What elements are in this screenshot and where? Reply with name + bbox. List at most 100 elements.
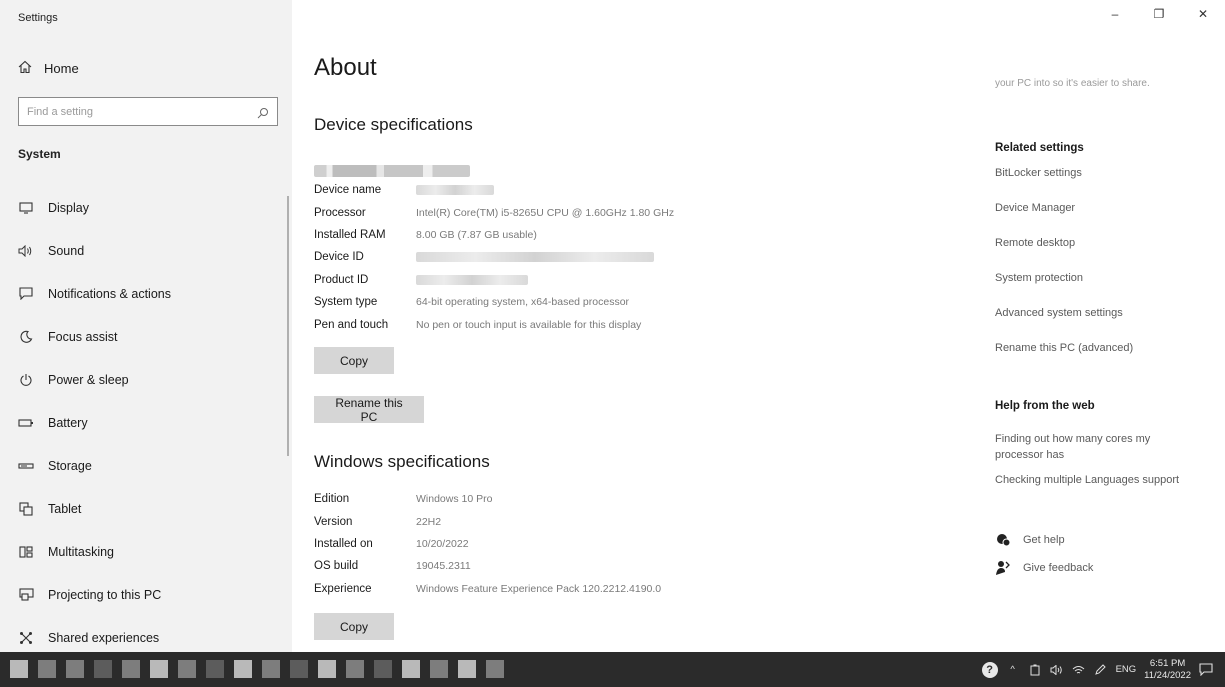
language-indicator[interactable]: ENG [1116,664,1137,675]
advanced-system-settings-link[interactable]: Advanced system settings [995,306,1123,322]
moon-icon [18,329,34,345]
sidebar-item-storage[interactable]: Storage [0,444,292,487]
spec-label: Installed RAM [314,228,386,241]
taskbar-app[interactable] [206,660,224,678]
search-icon[interactable] [257,106,269,118]
home-icon [18,60,32,77]
spec-row: Experience Windows Feature Experience Pa… [314,578,954,600]
taskbar-app[interactable] [458,660,476,678]
sidebar-item-multitasking[interactable]: Multitasking [0,530,292,573]
sidebar-item-sound[interactable]: Sound [0,229,292,272]
taskbar-app[interactable] [66,660,84,678]
network-tray-icon[interactable] [1072,663,1086,677]
spec-row: Product ID [314,269,954,291]
sidebar-item-label: Display [48,200,89,215]
get-help-link[interactable]: Get help [995,532,1065,548]
help-tray-icon[interactable]: ? [981,661,998,678]
sidebar-scrollbar[interactable] [287,196,289,456]
sidebar-item-display[interactable]: Display [0,186,292,229]
bitlocker-settings-link[interactable]: BitLocker settings [995,166,1082,182]
clock[interactable]: 6:51 PM 11/24/2022 [1144,658,1191,682]
search-box[interactable] [18,97,278,126]
cores-help-link[interactable]: Finding out how many cores my processor … [995,432,1195,464]
spec-row: Version 22H2 [314,510,954,532]
taskbar-app[interactable] [486,660,504,678]
section-label: System [18,147,61,161]
notification-icon [18,286,34,302]
clock-time: 6:51 PM [1149,657,1186,669]
start-button[interactable] [10,660,28,678]
system-protection-link[interactable]: System protection [995,271,1083,287]
remote-desktop-link[interactable]: Remote desktop [995,236,1075,252]
multitasking-icon [18,544,34,560]
device-manager-link[interactable]: Device Manager [995,201,1075,217]
action-center-icon[interactable] [1199,663,1213,677]
taskbar-app[interactable] [346,660,364,678]
copy-device-specs-button[interactable]: Copy [314,347,394,374]
sidebar-item-label: Focus assist [48,329,118,344]
spec-row: Device ID [314,246,954,268]
sidebar-item-label: Notifications & actions [48,286,171,301]
taskbar-app[interactable] [290,660,308,678]
taskbar-app[interactable] [402,660,420,678]
sidebar-item-label: Sound [48,243,85,258]
feedback-icon [995,560,1011,576]
spec-value: Intel(R) Core(TM) i5-8265U CPU @ 1.60GHz… [416,206,675,219]
spec-value: 19045.2311 [416,560,471,573]
redacted-value [416,274,528,285]
sidebar-item-focus-assist[interactable]: Focus assist [0,315,292,358]
give-feedback-label: Give feedback [1023,562,1094,574]
taskbar: ? ^ ENG 6:51 PM 11/24/2022 [0,652,1225,687]
sidebar-item-battery[interactable]: Battery [0,401,292,444]
storage-icon [18,458,34,474]
spec-label: Installed on [314,537,373,550]
spec-row: Edition Windows 10 Pro [314,488,954,510]
rename-pc-advanced-link[interactable]: Rename this PC (advanced) [995,341,1133,357]
spec-value: 64-bit operating system, x64-based proce… [416,296,630,309]
sidebar-item-label: Projecting to this PC [48,587,162,602]
taskbar-app[interactable] [178,660,196,678]
languages-help-link[interactable]: Checking multiple Languages support [995,473,1179,489]
power-icon [18,372,34,388]
taskbar-app[interactable] [430,660,448,678]
redacted-value [416,252,654,263]
battery-tray-icon[interactable] [1028,663,1042,677]
page-title: About [314,54,377,81]
taskbar-app[interactable] [122,660,140,678]
taskbar-app[interactable] [38,660,56,678]
sidebar-item-notifications[interactable]: Notifications & actions [0,272,292,315]
spec-label: Pen and touch [314,318,389,331]
sidebar-item-power-sleep[interactable]: Power & sleep [0,358,292,401]
taskbar-app[interactable] [150,660,168,678]
taskbar-app[interactable] [94,660,112,678]
help-from-web-heading: Help from the web [995,400,1095,412]
spec-row: Installed on 10/20/2022 [314,533,954,555]
rename-pc-button[interactable]: Rename this PC [314,396,424,424]
chevron-up-icon[interactable]: ^ [1006,663,1020,677]
spec-value: No pen or touch input is available for t… [416,318,642,331]
volume-tray-icon[interactable] [1050,663,1064,677]
taskbar-app[interactable] [262,660,280,678]
taskbar-app[interactable] [234,660,252,678]
spec-label: Device ID [314,251,364,264]
copy-windows-specs-button[interactable]: Copy [314,613,394,640]
sidebar-item-tablet[interactable]: Tablet [0,487,292,530]
spec-row: System type 64-bit operating system, x64… [314,291,954,313]
spec-label: Version [314,515,353,528]
settings-window: Settings Home System Display Sound [0,0,1225,652]
search-input[interactable] [27,105,257,118]
taskbar-app[interactable] [374,660,392,678]
home-nav-item[interactable]: Home [18,60,79,77]
sidebar-item-label: Multitasking [48,544,114,559]
app-title: Settings [18,12,58,24]
sidebar-item-label: Shared experiences [48,630,160,645]
sidebar-item-projecting[interactable]: Projecting to this PC [0,573,292,616]
pen-tray-icon[interactable] [1094,663,1108,677]
spec-label: System type [314,296,378,309]
device-spec-table: Device name Processor Intel(R) Core(TM) … [314,179,954,336]
spec-row: Processor Intel(R) Core(TM) i5-8265U CPU… [314,201,954,223]
spec-label: Processor [314,206,366,219]
taskbar-app[interactable] [318,660,336,678]
spec-label: Experience [314,582,372,595]
give-feedback-link[interactable]: Give feedback [995,560,1093,576]
